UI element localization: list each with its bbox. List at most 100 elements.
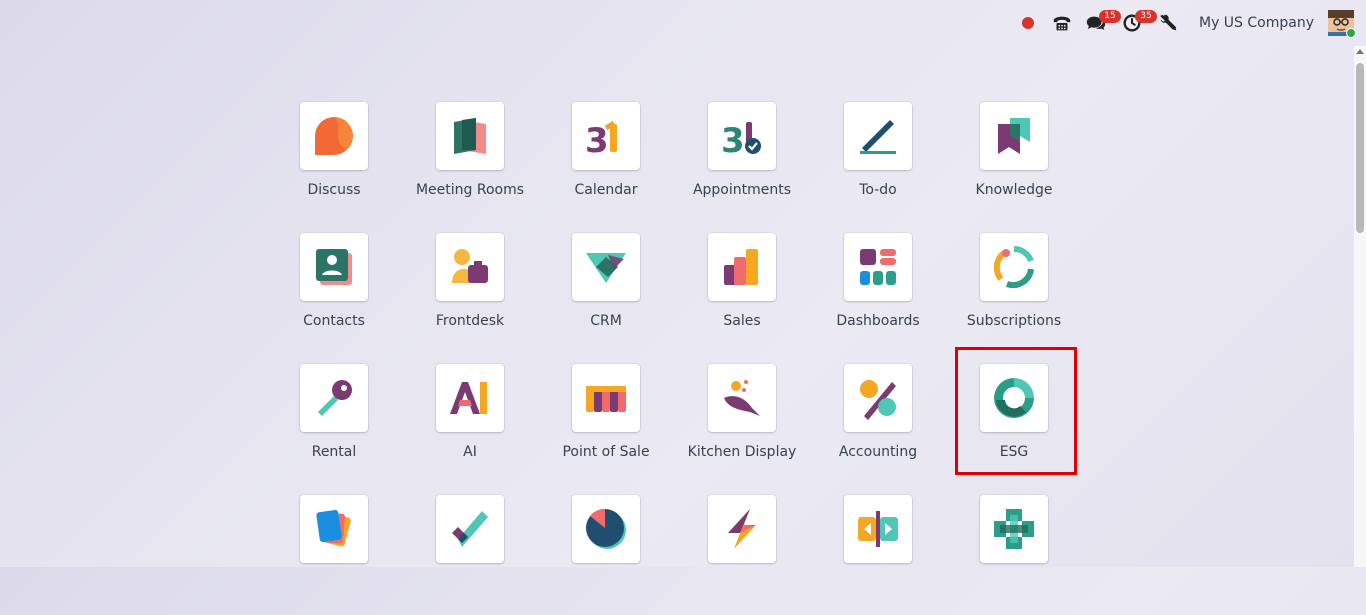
app-label: Accounting [838, 444, 918, 460]
app-label: CRM [590, 313, 622, 329]
app-label: Calendar [574, 182, 638, 198]
planning-icon [728, 509, 756, 549]
app-subscriptions[interactable]: Subscriptions [946, 233, 1082, 353]
app-label: Knowledge [975, 182, 1053, 198]
knowledge-icon [998, 118, 1030, 154]
app-rental[interactable]: Rental [266, 364, 402, 484]
app-label: Meeting Rooms [415, 182, 525, 198]
messages-count-badge: 15 [1098, 10, 1121, 23]
meeting-rooms-icon [454, 118, 486, 154]
app-tile[interactable] [300, 364, 368, 432]
calendar-icon: 3 [585, 120, 617, 158]
frontdesk-icon [452, 249, 488, 283]
app-tile[interactable] [300, 495, 368, 563]
app-label: Point of Sale [562, 444, 650, 460]
app-ai[interactable]: AI [402, 364, 538, 484]
app-tile[interactable] [708, 233, 776, 301]
app-field-service[interactable] [810, 495, 946, 615]
online-status-dot [1346, 28, 1356, 38]
app-tile[interactable] [980, 495, 1048, 563]
app-tile[interactable] [708, 364, 776, 432]
app-tile[interactable] [980, 233, 1048, 301]
app-appointments[interactable]: 3 Appointments [674, 102, 810, 222]
app-crm[interactable]: CRM [538, 233, 674, 353]
app-label: Subscriptions [966, 313, 1062, 329]
avatar [1328, 10, 1356, 38]
voip-button[interactable] [1051, 0, 1085, 46]
accounting-icon [860, 380, 896, 420]
app-tile[interactable] [436, 102, 504, 170]
app-label: To-do [859, 182, 897, 198]
app-tile[interactable] [436, 495, 504, 563]
timesheets-icon [586, 508, 626, 549]
todo-icon [860, 120, 896, 154]
app-sales[interactable]: Sales [674, 233, 810, 353]
app-frontdesk[interactable]: Frontdesk [402, 233, 538, 353]
app-calendar[interactable]: 3 Calendar [538, 102, 674, 222]
top-navbar: 15 35 My US Company [0, 0, 1356, 46]
app-tile[interactable] [844, 495, 912, 563]
phone-icon [1053, 16, 1071, 31]
app-kitchen-display[interactable]: Kitchen Display [674, 364, 810, 484]
debug-tools-button[interactable] [1157, 0, 1191, 46]
ai-icon [450, 382, 487, 414]
app-helpdesk[interactable] [946, 495, 1082, 615]
app-tile[interactable] [572, 495, 640, 563]
app-tile[interactable]: 3 [572, 102, 640, 170]
documents-icon [316, 510, 351, 547]
company-switcher[interactable]: My US Company [1191, 0, 1328, 46]
app-tile[interactable] [436, 233, 504, 301]
scroll-up-arrow-icon[interactable] [1356, 49, 1364, 54]
app-project[interactable] [402, 495, 538, 615]
app-label: Rental [311, 444, 357, 460]
tools-icon [1160, 14, 1177, 31]
app-contacts[interactable]: Contacts [266, 233, 402, 353]
app-meeting-rooms[interactable]: Meeting Rooms [402, 102, 538, 222]
app-tile[interactable] [436, 364, 504, 432]
app-tile[interactable] [980, 102, 1048, 170]
appointments-icon: 3 [721, 121, 761, 158]
app-label: Sales [723, 313, 761, 329]
app-label: Frontdesk [435, 313, 505, 329]
app-label: Appointments [692, 182, 792, 198]
app-label: Contacts [303, 313, 365, 329]
app-timesheets[interactable] [538, 495, 674, 615]
app-tile[interactable] [300, 233, 368, 301]
app-todo[interactable]: To-do [810, 102, 946, 222]
app-tile[interactable] [844, 102, 912, 170]
crm-icon [586, 253, 626, 283]
point-of-sale-icon [586, 386, 626, 412]
app-documents[interactable] [266, 495, 402, 615]
kitchen-display-icon [724, 380, 760, 416]
recording-indicator[interactable] [1021, 0, 1051, 46]
app-tile[interactable] [708, 495, 776, 563]
app-label: AI [463, 444, 477, 460]
app-tile[interactable] [844, 233, 912, 301]
app-tile[interactable] [300, 102, 368, 170]
app-accounting[interactable]: Accounting [810, 364, 946, 484]
app-discuss[interactable]: Discuss [266, 102, 402, 222]
app-point-of-sale[interactable]: Point of Sale [538, 364, 674, 484]
svg-text:3: 3 [721, 121, 745, 158]
activities-count-badge: 35 [1134, 10, 1157, 23]
page-scrollbar[interactable] [1354, 46, 1366, 567]
subscriptions-icon [993, 245, 1034, 289]
app-planning[interactable] [674, 495, 810, 615]
app-knowledge[interactable]: Knowledge [946, 102, 1082, 222]
contacts-icon [316, 249, 352, 285]
messages-button[interactable]: 15 [1085, 0, 1121, 46]
app-label: Kitchen Display [687, 444, 797, 460]
app-dashboards[interactable]: Dashboards [810, 233, 946, 353]
dashboards-icon [860, 249, 896, 285]
activities-button[interactable]: 35 [1121, 0, 1157, 46]
app-tile[interactable] [572, 364, 640, 432]
company-name: My US Company [1198, 15, 1314, 31]
scrollbar-thumb[interactable] [1356, 63, 1364, 233]
app-tile[interactable]: 3 [708, 102, 776, 170]
app-tile[interactable] [572, 233, 640, 301]
sales-icon [724, 249, 758, 285]
discuss-icon [315, 117, 353, 155]
user-menu[interactable] [1328, 0, 1356, 46]
helpdesk-icon [994, 509, 1034, 549]
app-tile[interactable] [844, 364, 912, 432]
